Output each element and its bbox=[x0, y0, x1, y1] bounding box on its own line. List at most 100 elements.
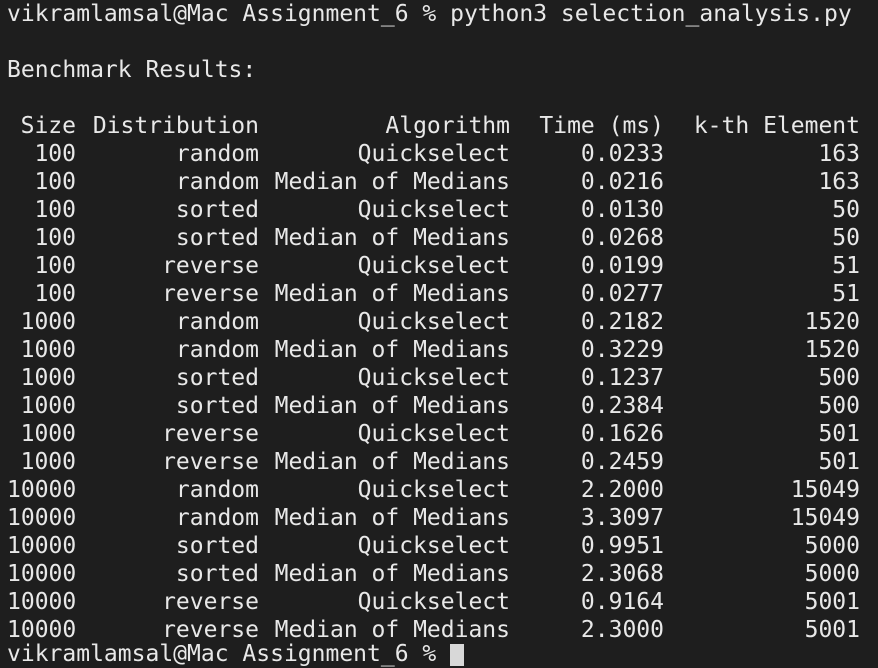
text-cursor bbox=[450, 643, 465, 666]
cell-distribution: sorted bbox=[175, 365, 259, 391]
cell-time: 2.2000 bbox=[580, 477, 664, 503]
cell-algorithm: Median of Medians bbox=[274, 505, 510, 531]
cell-time: 0.0233 bbox=[580, 141, 664, 167]
table-row: 100 sorted Quickselect 0.0130 50 bbox=[7, 196, 860, 224]
cell-algorithm: Quickselect bbox=[357, 365, 510, 391]
cell-algorithm: Median of Medians bbox=[274, 169, 510, 195]
cell-time: 0.2384 bbox=[580, 393, 664, 419]
cell-kth-element: 500 bbox=[818, 365, 860, 391]
cell-distribution: random bbox=[175, 309, 259, 335]
header-size: Size bbox=[20, 113, 76, 139]
table-row: 10000 reverse Quickselect 0.9164 5001 bbox=[7, 588, 860, 616]
table-header-row: Size Distribution Algorithm Time (ms) k-… bbox=[7, 112, 860, 140]
table-row: 100 sorted Median of Medians 0.0268 50 bbox=[7, 224, 860, 252]
cell-kth-element: 15049 bbox=[790, 505, 860, 531]
cell-size: 10000 bbox=[7, 533, 77, 559]
cell-time: 0.1237 bbox=[580, 365, 664, 391]
header-algorithm: Algorithm bbox=[385, 113, 510, 139]
table-row: 10000 random Quickselect 2.2000 15049 bbox=[7, 476, 860, 504]
table-row: 100 reverse Quickselect 0.0199 51 bbox=[7, 252, 860, 280]
cell-time: 0.9164 bbox=[580, 589, 664, 615]
cell-algorithm: Quickselect bbox=[357, 589, 510, 615]
cell-algorithm: Median of Medians bbox=[274, 281, 510, 307]
cell-kth-element: 500 bbox=[818, 393, 860, 419]
cell-size: 10000 bbox=[7, 477, 77, 503]
table-row: 1000 random Quickselect 0.2182 1520 bbox=[7, 308, 860, 336]
cell-kth-element: 1520 bbox=[804, 309, 860, 335]
table-row: 1000 reverse Quickselect 0.1626 501 bbox=[7, 420, 860, 448]
cell-time: 0.3229 bbox=[580, 337, 664, 363]
cell-time: 0.0277 bbox=[580, 281, 664, 307]
cell-time: 0.0130 bbox=[580, 197, 664, 223]
cell-kth-element: 163 bbox=[818, 141, 860, 167]
cell-time: 2.3068 bbox=[580, 561, 664, 587]
cell-distribution: random bbox=[175, 505, 259, 531]
cell-kth-element: 50 bbox=[832, 225, 860, 251]
cell-size: 100 bbox=[34, 197, 76, 223]
cell-kth-element: 51 bbox=[832, 253, 860, 279]
cell-kth-element: 5000 bbox=[804, 533, 860, 559]
cell-kth-element: 501 bbox=[818, 421, 860, 447]
cell-algorithm: Quickselect bbox=[357, 421, 510, 447]
table-row: 10000 sorted Median of Medians 2.3068 5000 bbox=[7, 560, 860, 588]
cell-time: 0.2182 bbox=[580, 309, 664, 335]
cell-distribution: reverse bbox=[162, 281, 259, 307]
cell-distribution: sorted bbox=[175, 561, 259, 587]
cell-size: 100 bbox=[34, 225, 76, 251]
terminal-output: vikramlamsal@Mac Assignment_6 % python3 … bbox=[7, 0, 860, 644]
cell-distribution: reverse bbox=[162, 589, 259, 615]
cell-size: 10000 bbox=[7, 589, 77, 615]
table-row: 10000 sorted Quickselect 0.9951 5000 bbox=[7, 532, 860, 560]
cell-kth-element: 501 bbox=[818, 449, 860, 475]
cell-kth-element: 5001 bbox=[804, 589, 860, 615]
cell-algorithm: Median of Medians bbox=[274, 337, 510, 363]
cell-time: 0.0216 bbox=[580, 169, 664, 195]
cell-algorithm: Quickselect bbox=[357, 477, 510, 503]
cell-time: 2.3000 bbox=[580, 617, 664, 643]
table-row: 100 random Quickselect 0.0233 163 bbox=[7, 140, 860, 168]
cell-size: 1000 bbox=[20, 309, 76, 335]
cell-kth-element: 163 bbox=[818, 169, 860, 195]
cell-size: 1000 bbox=[20, 393, 76, 419]
cell-distribution: reverse bbox=[162, 449, 259, 475]
cell-size: 100 bbox=[34, 141, 76, 167]
table-row: 1000 sorted Median of Medians 0.2384 500 bbox=[7, 392, 860, 420]
cell-algorithm: Quickselect bbox=[357, 253, 510, 279]
cell-size: 100 bbox=[34, 253, 76, 279]
header-time: Time (ms) bbox=[539, 113, 664, 139]
cell-distribution: random bbox=[175, 141, 259, 167]
table-row: 10000 random Median of Medians 3.3097 15049 bbox=[7, 504, 860, 532]
table-row: 1000 random Median of Medians 0.3229 1520 bbox=[7, 336, 860, 364]
cell-size: 100 bbox=[34, 281, 76, 307]
cell-algorithm: Median of Medians bbox=[274, 449, 510, 475]
next-prompt-line: vikramlamsal@Mac Assignment_6 % bbox=[7, 640, 465, 668]
header-distribution: Distribution bbox=[92, 113, 259, 139]
cell-distribution: sorted bbox=[175, 393, 259, 419]
command-prompt-line: vikramlamsal@Mac Assignment_6 % python3 … bbox=[7, 1, 852, 27]
cell-time: 0.1626 bbox=[580, 421, 664, 447]
next-prompt: vikramlamsal@Mac Assignment_6 % bbox=[7, 641, 451, 667]
cell-algorithm: Quickselect bbox=[357, 197, 510, 223]
cell-size: 1000 bbox=[20, 365, 76, 391]
cell-algorithm: Quickselect bbox=[357, 141, 510, 167]
results-table-body: 100 random Quickselect 0.0233 163 100 random Me… bbox=[7, 140, 860, 644]
cell-size: 1000 bbox=[20, 337, 76, 363]
cell-time: 0.9951 bbox=[580, 533, 664, 559]
cell-algorithm: Median of Medians bbox=[274, 561, 510, 587]
table-row: 100 random Median of Medians 0.0216 163 bbox=[7, 168, 860, 196]
cell-size: 1000 bbox=[20, 449, 76, 475]
cell-time: 3.3097 bbox=[580, 505, 664, 531]
cell-time: 0.2459 bbox=[580, 449, 664, 475]
cell-kth-element: 5000 bbox=[804, 561, 860, 587]
cell-size: 10000 bbox=[7, 561, 77, 587]
cell-time: 0.0268 bbox=[580, 225, 664, 251]
cell-size: 1000 bbox=[20, 421, 76, 447]
cell-kth-element: 50 bbox=[832, 197, 860, 223]
table-row: 1000 sorted Quickselect 0.1237 500 bbox=[7, 364, 860, 392]
cell-kth-element: 5001 bbox=[804, 617, 860, 643]
cell-algorithm: Median of Medians bbox=[274, 225, 510, 251]
cell-kth-element: 1520 bbox=[804, 337, 860, 363]
cell-algorithm: Median of Medians bbox=[274, 393, 510, 419]
